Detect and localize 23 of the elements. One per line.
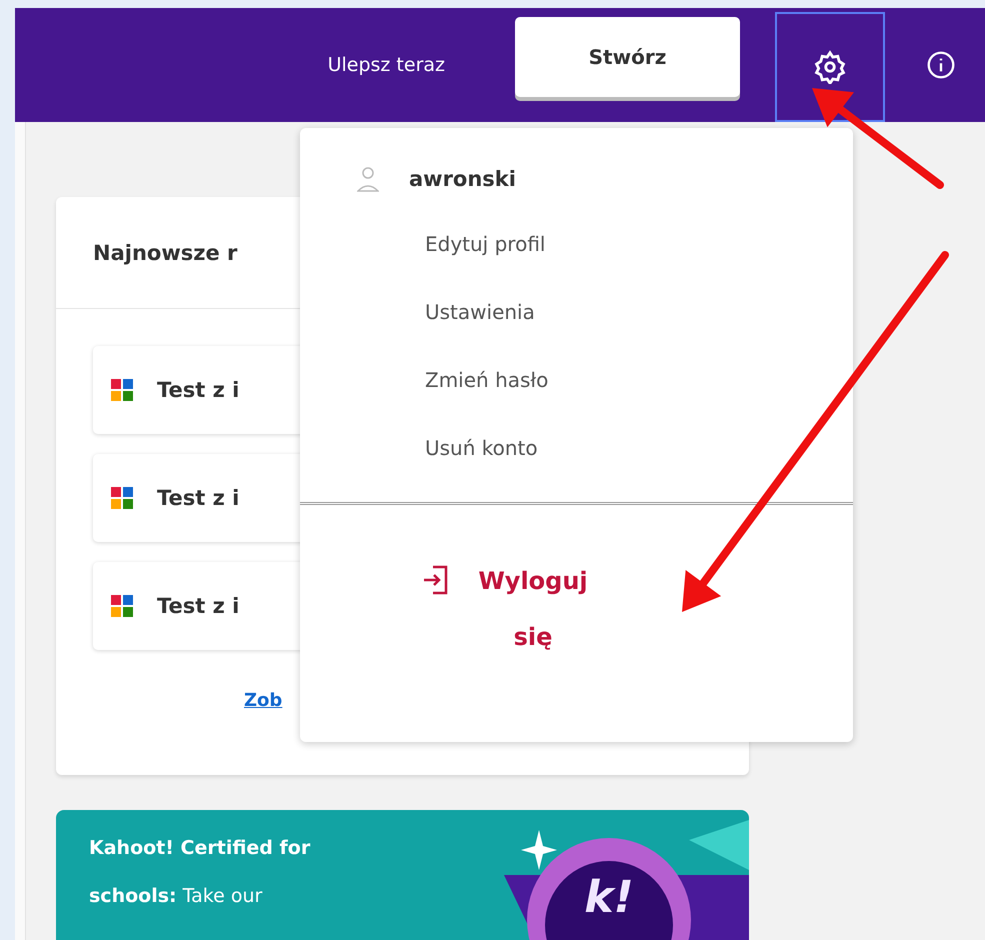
promo-card[interactable]: Kahoot! Certified for schools: Take our k! xyxy=(56,810,749,940)
settings-icon xyxy=(813,50,847,84)
upgrade-link[interactable]: Ulepsz teraz xyxy=(328,54,445,76)
menu-item[interactable]: Usuń konto xyxy=(425,436,853,460)
see-all-link[interactable]: Zob xyxy=(244,690,282,711)
card-title: Najnowsze r xyxy=(93,240,238,264)
create-button[interactable]: Stwórz xyxy=(515,17,740,97)
quiz-icon xyxy=(111,379,133,401)
item-title: Test z i xyxy=(157,378,240,402)
menu-item[interactable]: Zmień hasło xyxy=(425,368,853,392)
logout-button[interactable]: Wyloguj się xyxy=(423,565,853,665)
settings-button[interactable] xyxy=(775,12,885,122)
user-icon xyxy=(357,166,379,192)
item-title: Test z i xyxy=(157,486,240,510)
username: awronski xyxy=(409,167,516,191)
menu-item[interactable]: Ustawienia xyxy=(425,300,853,324)
promo-text: Kahoot! Certified for schools: Take our xyxy=(89,836,312,909)
quiz-icon xyxy=(111,487,133,509)
item-title: Test z i xyxy=(157,594,240,618)
info-icon[interactable] xyxy=(927,51,955,79)
menu-item[interactable]: Edytuj profil xyxy=(425,232,853,256)
sign-out-icon xyxy=(423,565,449,595)
quiz-icon xyxy=(111,595,133,617)
